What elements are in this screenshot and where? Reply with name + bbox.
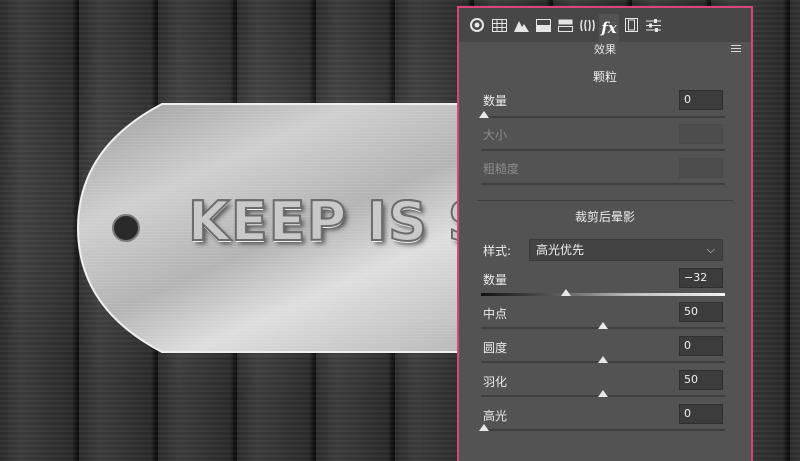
vignette-roundness-thumb[interactable] [598, 356, 608, 363]
vignette-roundness-input[interactable]: 0 [679, 336, 723, 356]
panel-menu-icon[interactable] [731, 45, 741, 54]
split-tone-icon[interactable] [555, 13, 575, 37]
vignette-midpoint-input[interactable]: 50 [679, 302, 723, 322]
panel-title: 效果 [594, 43, 616, 56]
grain-amount-label: 数量 [483, 94, 508, 108]
vignette-feather-input[interactable]: 50 [679, 370, 723, 390]
effects-panel: fx 效果 颗粒 数量 0 大小 粗糙度 裁剪后晕影 样式: 高光优先 ⌵ 数量… [457, 6, 753, 461]
vignette-roundness-label: 圆度 [483, 341, 508, 355]
grain-roughness-input [679, 158, 723, 178]
vignette-feather-label: 羽化 [483, 375, 508, 389]
grain-amount-input[interactable]: 0 [679, 90, 723, 110]
grain-amount-thumb[interactable] [479, 111, 489, 118]
vignette-feather-thumb[interactable] [598, 390, 608, 397]
chevron-down-icon: ⌵ [706, 243, 715, 256]
vignette-style-value: 高光优先 [536, 243, 585, 257]
film-icon[interactable] [621, 13, 641, 37]
vignette-highlights-input[interactable]: 0 [679, 404, 723, 424]
vignette-highlights-thumb[interactable] [479, 424, 489, 431]
vignette-style-select[interactable]: 高光优先 ⌵ [529, 239, 723, 261]
panel-header: 效果 [459, 42, 751, 58]
vignette-highlights-label: 高光 [483, 409, 508, 423]
vignette-midpoint-label: 中点 [483, 307, 508, 321]
grain-roughness-label: 粗糙度 [483, 162, 520, 176]
mountain-icon[interactable] [511, 13, 531, 37]
sliders-icon[interactable] [643, 13, 663, 37]
vignette-amount-slider[interactable] [481, 293, 725, 296]
vignette-section-title: 裁剪后晕影 [574, 210, 635, 224]
fx-icon[interactable]: fx [599, 14, 619, 42]
grain-size-label: 大小 [483, 128, 508, 142]
grid-icon[interactable] [489, 13, 509, 37]
section-divider [477, 200, 733, 201]
hsl-icon[interactable] [533, 13, 553, 37]
vignette-style-label: 样式: [483, 244, 512, 258]
panel-tabbar: fx [459, 8, 751, 42]
vignette-amount-label: 数量 [483, 273, 508, 287]
grain-size-input [679, 124, 723, 144]
aperture-icon[interactable] [467, 13, 487, 37]
grain-amount-slider[interactable] [481, 116, 725, 118]
grain-size-slider [481, 149, 725, 151]
vignette-midpoint-thumb[interactable] [598, 322, 608, 329]
vignette-amount-thumb[interactable] [561, 289, 571, 296]
vignette-highlights-slider[interactable] [481, 429, 725, 431]
grain-roughness-slider [481, 183, 725, 185]
grain-section-title: 颗粒 [592, 70, 617, 84]
vignette-amount-input[interactable]: −32 [679, 268, 723, 288]
lens-icon[interactable] [577, 13, 597, 37]
